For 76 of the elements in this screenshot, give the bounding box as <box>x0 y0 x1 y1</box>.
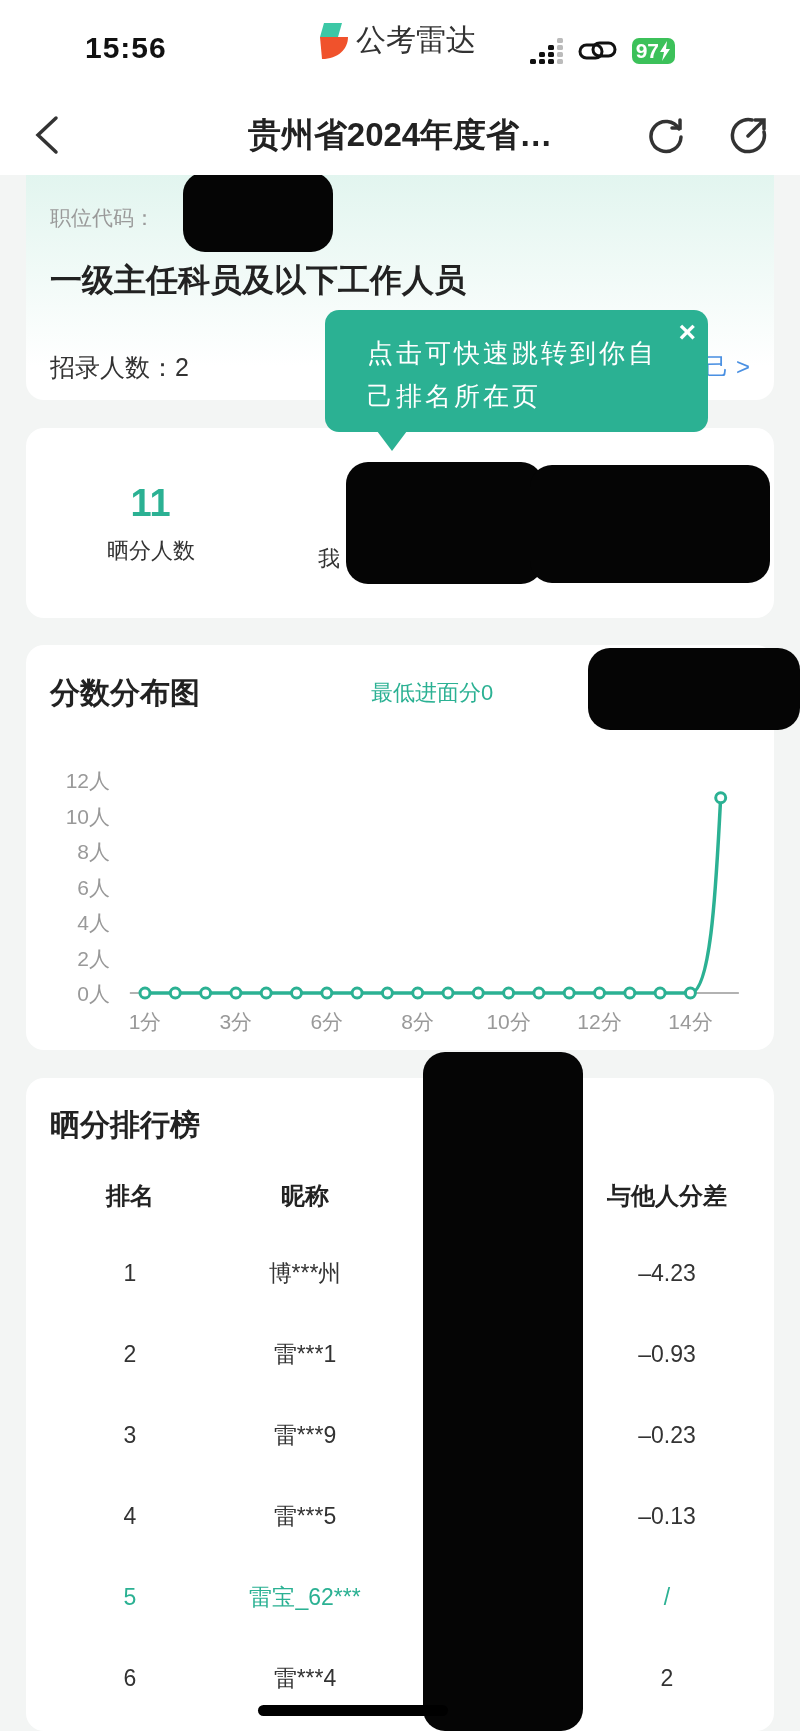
table-cell-text: 博***州 <box>268 1259 342 1288</box>
ranking-title: 晒分排行榜 <box>50 1107 200 1143</box>
axis-label: 3分 <box>219 1010 253 1033</box>
table-cell: –0.93 <box>638 1341 696 1368</box>
tooltip-text: 点击可快速跳转到你自己排名所在页 <box>367 337 658 413</box>
table-cell: 2 <box>123 1341 137 1368</box>
axis-label: 10人 <box>65 804 110 828</box>
close-button[interactable]: × <box>678 314 696 350</box>
table-cell: 6 <box>123 1665 137 1692</box>
table-cell: 5 <box>123 1584 137 1611</box>
axis-label: 14分 <box>668 1010 713 1033</box>
stat-label: 我 <box>318 545 340 573</box>
battery-percent: 97 <box>635 39 659 63</box>
axis-label: 12分 <box>577 1010 622 1033</box>
data-point <box>593 986 606 1000</box>
data-point <box>290 986 303 1000</box>
data-point <box>199 986 213 1000</box>
axis-label: 1分 <box>128 1010 162 1033</box>
stat-label: 晒分人数 <box>106 537 195 565</box>
table-cell-text: 雷***4 <box>273 1664 337 1693</box>
data-point <box>502 986 516 1000</box>
table-cell: –0.23 <box>638 1422 696 1449</box>
app-logo-icon <box>318 20 350 61</box>
table-cell-text: 雷宝_62*** <box>249 1583 361 1612</box>
data-point <box>532 986 546 1000</box>
table-cell: / <box>663 1584 671 1611</box>
share-icon[interactable] <box>728 115 768 155</box>
column-header: 与他人分差 <box>607 1181 727 1211</box>
clock-time: 15:56 <box>85 30 167 65</box>
table-cell: –4.23 <box>638 1260 696 1287</box>
data-point <box>623 986 637 1000</box>
table-cell: 3 <box>123 1422 137 1449</box>
axis-label: 6人 <box>77 875 110 899</box>
column-header: 排名 <box>106 1181 154 1211</box>
axis-label: 2人 <box>77 946 110 970</box>
axis-label: 10分 <box>486 1010 531 1033</box>
chart-legend[interactable]: 最低进面分0 <box>371 678 494 708</box>
data-point <box>350 986 364 1000</box>
data-point <box>380 986 394 1000</box>
data-point <box>471 986 485 1000</box>
chart-title: 分数分布图 <box>50 674 200 711</box>
table-cell: –0.13 <box>638 1503 696 1530</box>
table-cell: 4 <box>123 1503 137 1530</box>
axis-label: 12人 <box>65 769 110 792</box>
job-title: 一级主任科员及以下工作人员 <box>50 261 466 300</box>
bolt-icon <box>659 41 671 61</box>
tooltip-pointer <box>377 431 407 452</box>
axis-label: 0人 <box>77 982 110 1005</box>
signal-icon <box>529 38 564 64</box>
table-cell: 1 <box>123 1260 137 1287</box>
refresh-icon[interactable] <box>646 115 686 155</box>
stat-value: 11 <box>130 481 171 526</box>
data-point <box>229 986 243 1000</box>
data-point <box>714 791 728 805</box>
data-point <box>259 986 273 1000</box>
data-point <box>320 986 334 1000</box>
table-cell-text: 雷***1 <box>273 1340 337 1369</box>
axis-label: 6分 <box>310 1010 344 1033</box>
data-point <box>562 986 576 1000</box>
data-point <box>683 986 697 1000</box>
column-header: 昵称 <box>281 1181 329 1211</box>
data-point <box>653 986 667 1000</box>
axis-label: 8人 <box>77 840 110 863</box>
app-name: 公考雷达 <box>356 22 476 58</box>
job-code-label: 职位代码： <box>50 205 155 231</box>
recruit-count: 招录人数：2 <box>50 352 189 383</box>
table-cell-text: 雷***5 <box>273 1502 337 1531</box>
data-point <box>441 986 455 1000</box>
table-cell-text: 雷***9 <box>273 1421 337 1450</box>
table-cell: 2 <box>660 1665 674 1692</box>
axis-label: 8分 <box>401 1010 435 1033</box>
axis-label: 4人 <box>77 911 110 934</box>
data-point <box>168 986 182 1000</box>
data-point <box>138 986 152 1000</box>
page-title: 贵州省2024年度省… <box>247 116 553 153</box>
data-point <box>411 986 425 1000</box>
